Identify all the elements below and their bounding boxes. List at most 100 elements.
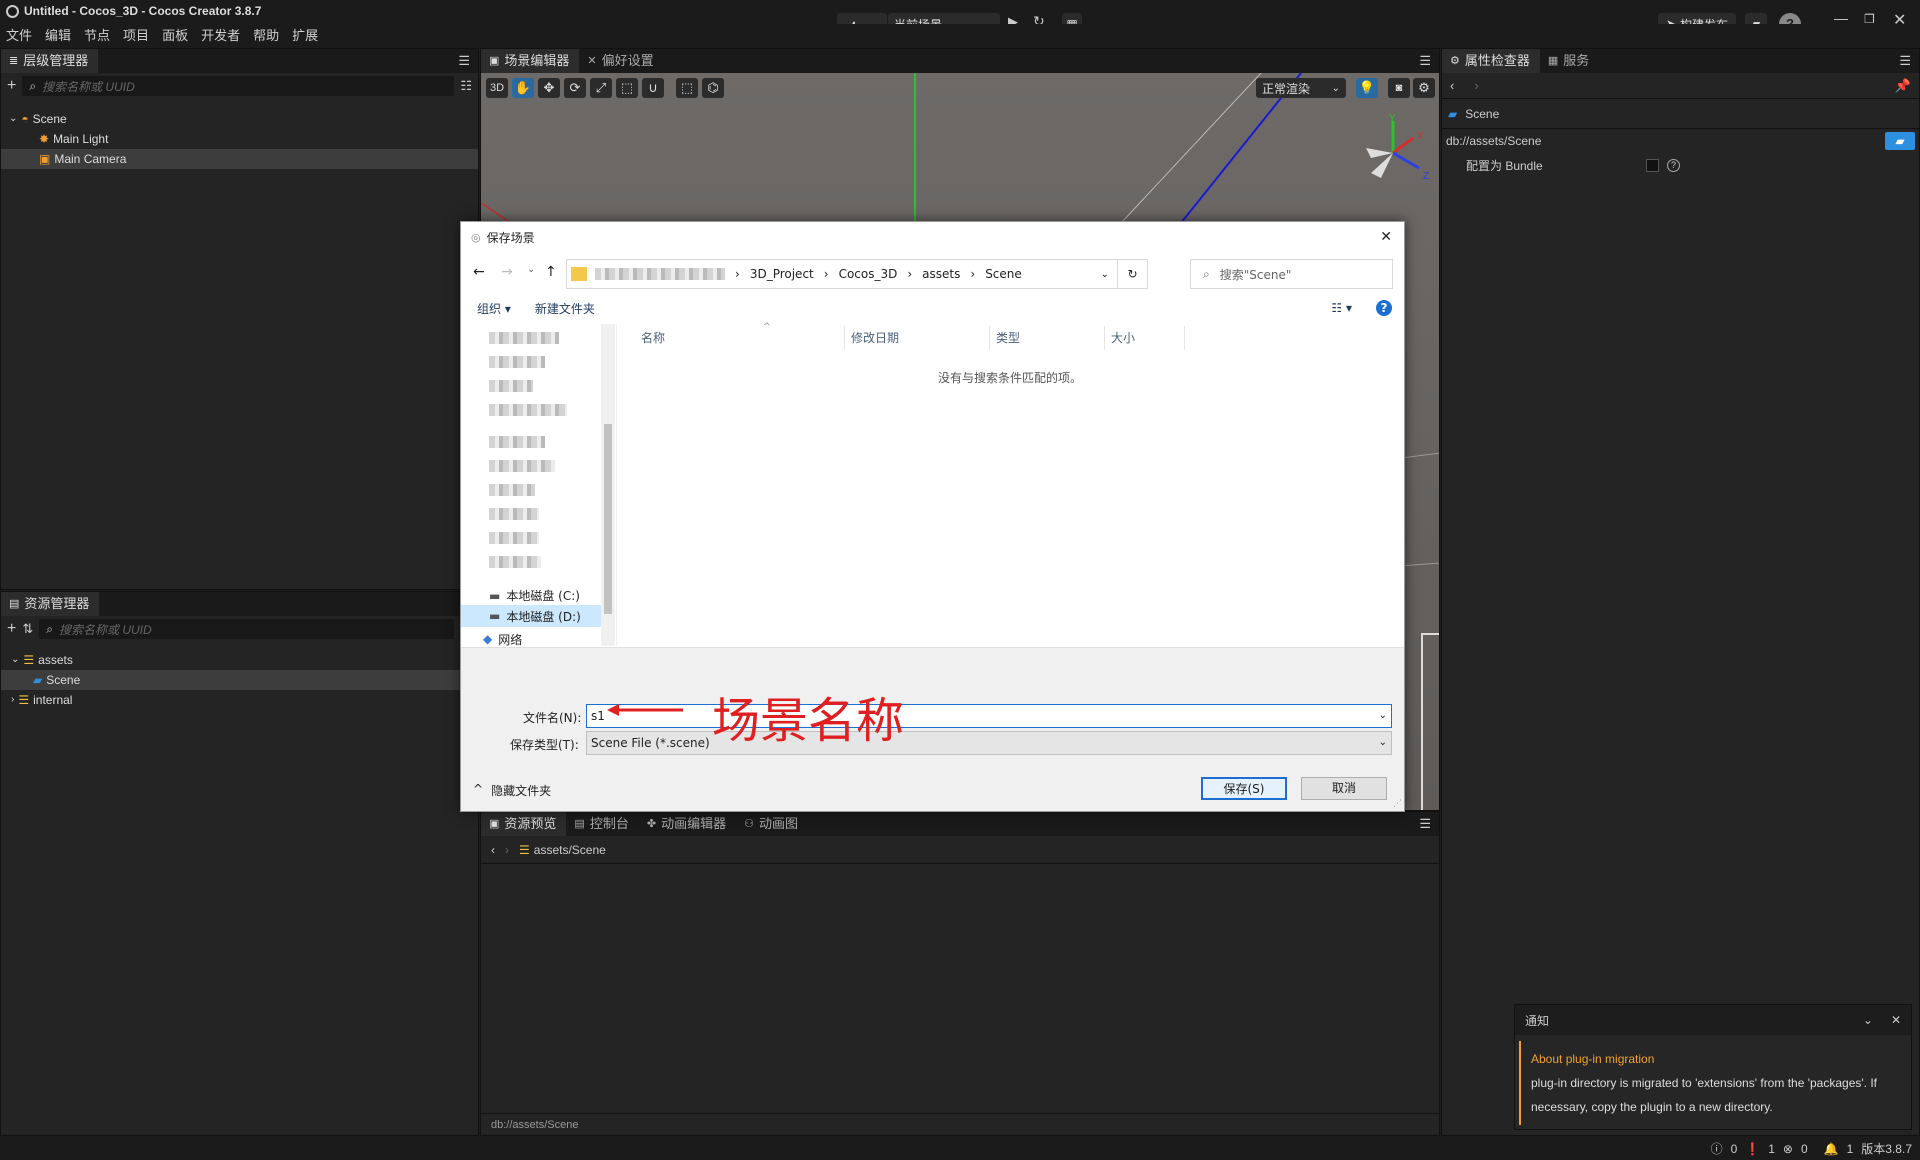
tree-item-main-camera[interactable]: ▣ Main Camera [1, 149, 478, 169]
back-icon[interactable]: ‹ [491, 843, 495, 857]
list-options-icon[interactable]: ☷ [460, 78, 472, 94]
move-icon[interactable]: ✥ [538, 78, 560, 98]
forward-icon[interactable]: › [505, 843, 509, 857]
nav-drive-c[interactable]: ▬ 本地磁盘 (C:) [489, 587, 580, 604]
chevron-down-icon[interactable]: ⌄ [1101, 269, 1109, 280]
chevron-down-icon[interactable]: ⌄ [1379, 705, 1387, 727]
local-space-icon[interactable]: ⌬ [702, 78, 724, 98]
error-icon[interactable]: ⊗ [1783, 1142, 1793, 1156]
save-button[interactable]: 保存(S) [1201, 777, 1287, 800]
tree-item-internal[interactable]: › ☰ internal [1, 690, 478, 710]
menu-icon[interactable]: ☰ [1419, 53, 1431, 69]
pin-icon[interactable]: 📌 [1895, 78, 1911, 94]
menu-help[interactable]: 帮助 [253, 24, 279, 48]
tab-services[interactable]: ▦ 服务 [1540, 49, 1599, 73]
menu-icon[interactable]: ☰ [458, 53, 470, 69]
info-icon[interactable]: ⓘ [1711, 1140, 1723, 1157]
gear-icon[interactable]: ⚙ [1413, 78, 1435, 98]
nav-drive-d[interactable]: ▬ 本地磁盘 (D:) [461, 605, 601, 627]
assets-panel: ▤资源管理器 + ⇅ ⌕搜索名称或 UUID ☷ ⌄☰assets ▰Scene… [0, 591, 479, 1136]
new-folder-button[interactable]: 新建文件夹 [535, 300, 595, 317]
chevron-down-icon[interactable]: ⌄ [1379, 732, 1387, 754]
menu-edit[interactable]: 编辑 [45, 24, 71, 48]
camera-settings-icon[interactable]: ◙ [1388, 78, 1410, 98]
tree-item-main-light[interactable]: ✸ Main Light [1, 129, 478, 149]
crumb-label: assets [922, 267, 961, 281]
tree-item-scene[interactable]: ⌄ ◓ Scene [1, 109, 478, 129]
resize-grip-icon[interactable]: ⋰ [1393, 799, 1402, 809]
hand-icon[interactable]: ✋ [512, 78, 534, 98]
column-size[interactable]: 大小 [1105, 326, 1185, 350]
help-icon[interactable]: ? [1667, 158, 1680, 172]
bundle-checkbox[interactable] [1646, 158, 1659, 172]
menu-node[interactable]: 节点 [84, 24, 110, 48]
snap-icon[interactable]: ∪ [642, 78, 664, 98]
nav-scrollbar[interactable] [601, 324, 615, 646]
menu-file[interactable]: 文件 [6, 24, 32, 48]
view-options-icon[interactable]: ☷ ▾ [1331, 301, 1352, 315]
rect-icon[interactable]: ⬚ [616, 78, 638, 98]
menu-developer[interactable]: 开发者 [201, 24, 240, 48]
column-name[interactable]: 名称 [635, 326, 845, 350]
open-folder-icon[interactable]: ▰ [1885, 132, 1915, 150]
menu-icon[interactable]: ☰ [1419, 816, 1431, 832]
tab-hierarchy[interactable]: ≣ 层级管理器 [1, 49, 99, 73]
tab-animation-graph[interactable]: ⚇ 动画图 [736, 812, 808, 836]
close-icon[interactable]: ✕ [1380, 229, 1392, 245]
tree-item-label: assets [38, 653, 73, 667]
add-icon[interactable]: + [7, 620, 16, 638]
cancel-button[interactable]: 取消 [1301, 777, 1387, 800]
nav-network[interactable]: ◆ 网络 [483, 632, 522, 646]
recent-chevron-icon[interactable]: ⌄ [527, 264, 535, 275]
up-arrow-icon[interactable]: ↑ [545, 264, 557, 280]
menu-extension[interactable]: 扩展 [292, 24, 318, 48]
orientation-gizmo[interactable]: Y X Z [1351, 113, 1436, 193]
lightbulb-icon[interactable]: 💡 [1356, 78, 1378, 98]
menu-panel[interactable]: 面板 [162, 24, 188, 48]
breadcrumb-cocos-3d[interactable]: › Cocos_3D [824, 267, 898, 281]
tab-inspector[interactable]: ⚙ 属性检查器 [1442, 49, 1540, 73]
close-icon[interactable]: ✕ [1891, 1013, 1901, 1027]
scale-icon[interactable]: ⤢ [590, 78, 612, 98]
tab-animation-editor[interactable]: ✤ 动画编辑器 [639, 812, 736, 836]
tab-preferences[interactable]: ✕ 偏好设置 [579, 49, 663, 73]
column-type[interactable]: 类型 [990, 326, 1105, 350]
menu-icon[interactable]: ☰ [1899, 53, 1911, 69]
tab-assets[interactable]: ▤ 资源管理器 [1, 592, 100, 616]
chevron-down-icon[interactable]: ⌄ [1863, 1013, 1873, 1027]
breadcrumb-assets[interactable]: › assets [907, 267, 960, 281]
help-icon[interactable]: ? [1376, 300, 1392, 316]
warning-icon[interactable]: ❗ [1745, 1142, 1760, 1156]
tree-item-scene-folder[interactable]: ▰ Scene [1, 670, 478, 690]
forward-arrow-icon[interactable]: → [501, 264, 513, 280]
hierarchy-search-input[interactable]: ⌕ 搜索名称或 UUID [22, 76, 455, 96]
menu-project[interactable]: 项目 [123, 24, 149, 48]
dialog-search-input[interactable]: ⌕ 搜索"Scene" [1190, 259, 1393, 289]
assets-search-input[interactable]: ⌕ 搜索名称或 UUID [39, 619, 455, 639]
filetype-select[interactable]: Scene File (*.scene) ⌄ [586, 731, 1392, 755]
mode-3d-button[interactable]: 3D [486, 78, 508, 98]
breadcrumb-3d-project[interactable]: › 3D_Project [735, 267, 814, 281]
nav-scrollbar-thumb[interactable] [604, 424, 612, 614]
refresh-icon[interactable]: ↻ [1117, 260, 1147, 288]
render-mode-select[interactable]: 正常渲染 ⌄ [1256, 78, 1346, 98]
back-arrow-icon[interactable]: ← [473, 264, 485, 280]
sort-icon[interactable]: ⇅ [22, 621, 33, 637]
forward-icon[interactable]: › [1474, 78, 1478, 93]
dialog-titlebar: ◎ 保存场景 ✕ [461, 222, 1404, 252]
hide-folders-toggle[interactable]: ^ 隐藏文件夹 [473, 782, 551, 799]
add-icon[interactable]: + [7, 77, 16, 95]
organize-button[interactable]: 组织 ▾ [477, 300, 511, 317]
back-icon[interactable]: ‹ [1450, 78, 1454, 93]
tab-scene-editor[interactable]: ▣ 场景编辑器 [481, 49, 580, 73]
pivot-icon[interactable]: ⬚ [676, 78, 698, 98]
column-modified[interactable]: 修改日期 [845, 326, 990, 350]
bell-icon[interactable]: 🔔 [1824, 1142, 1839, 1156]
rotate-icon[interactable]: ⟳ [564, 78, 586, 98]
breadcrumb-scene[interactable]: › Scene [970, 267, 1021, 281]
tab-asset-preview[interactable]: ▣ 资源预览 [481, 812, 567, 836]
address-bar[interactable]: › 3D_Project › Cocos_3D › assets › Scene ⌄ ↻ [566, 259, 1148, 289]
tree-item-assets[interactable]: ⌄ ☰ assets [1, 650, 478, 670]
tab-console[interactable]: ▤ 控制台 [566, 812, 638, 836]
filename-input[interactable]: s1 ⌄ [586, 704, 1392, 728]
